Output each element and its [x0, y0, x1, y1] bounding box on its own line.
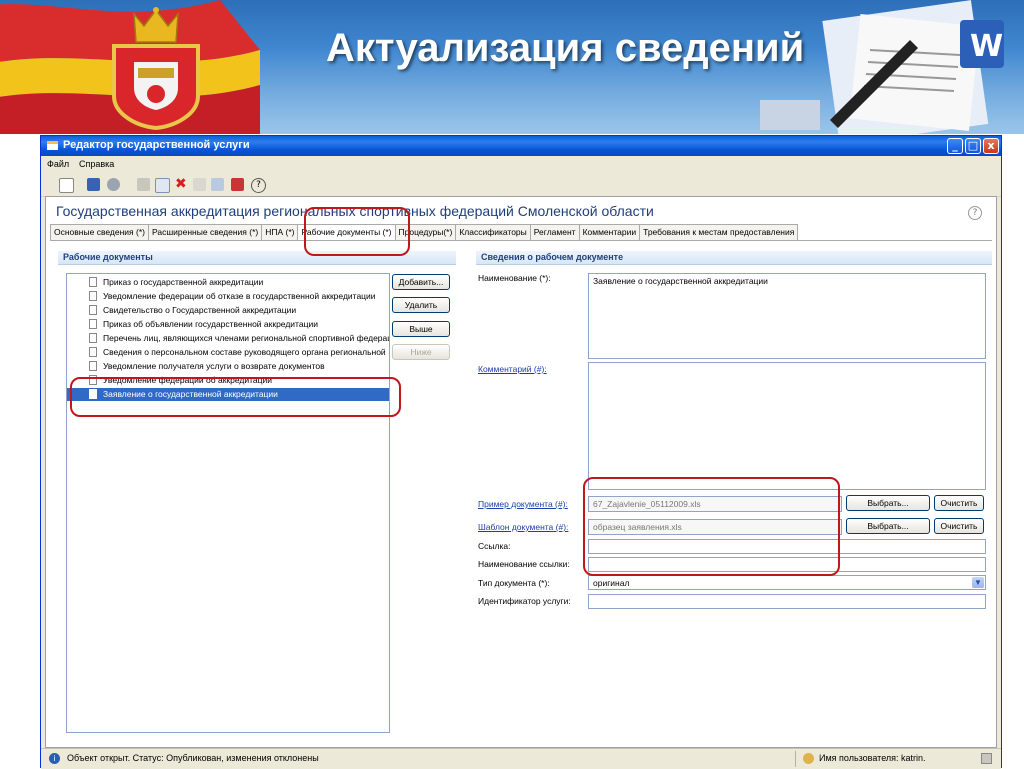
highlight-selected-document — [70, 377, 401, 417]
header-help-icon[interactable]: ? — [968, 206, 982, 220]
status-divider — [795, 751, 796, 767]
slide-banner: Актуализация сведений W — [0, 0, 1024, 134]
chevron-down-icon[interactable]: ▼ — [972, 577, 984, 588]
menu-help[interactable]: Справка — [79, 159, 114, 169]
status-text: Объект открыт. Статус: Опубликован, изме… — [67, 753, 319, 763]
info-icon: i — [49, 753, 60, 764]
highlight-document-files — [583, 477, 840, 576]
document-icon — [89, 347, 97, 357]
service-id-field[interactable] — [588, 594, 986, 609]
resize-grip-icon[interactable] — [981, 753, 992, 764]
name-label: Наименование (*): — [478, 273, 551, 283]
doc-type-label: Тип документа (*): — [478, 578, 550, 588]
comment-field[interactable] — [588, 362, 986, 490]
tab-extended-info[interactable]: Расширенные сведения (*) — [147, 224, 263, 241]
document-icon — [89, 361, 97, 371]
preview-icon[interactable] — [155, 178, 170, 193]
comment-label[interactable]: Комментарий (#): — [478, 364, 547, 374]
name-field[interactable]: Заявление о государственной аккредитации — [588, 273, 986, 359]
list-item[interactable]: Перечень лиц, являющихся членами региона… — [67, 332, 389, 345]
move-down-button[interactable]: Ниже — [392, 344, 450, 360]
publish-icon[interactable] — [231, 178, 244, 191]
tab-classifiers[interactable]: Классификаторы — [455, 224, 531, 241]
export-icon[interactable] — [211, 178, 224, 191]
menu-bar: Файл Справка — [41, 156, 1001, 174]
close-button[interactable]: x — [983, 138, 999, 154]
document-icon — [89, 319, 97, 329]
document-details-section-title: Сведения о рабочем документе — [476, 251, 992, 265]
svg-text:W: W — [970, 29, 1003, 64]
highlight-work-documents-tab — [304, 207, 410, 256]
tab-npa[interactable]: НПА (*) — [261, 224, 299, 241]
user-icon — [803, 753, 814, 764]
document-illustration: W — [760, 0, 1004, 134]
template-document-label[interactable]: Шаблон документа (#): — [478, 522, 568, 532]
window-title: Редактор государственной услуги — [63, 139, 250, 151]
link-label: Ссылка: — [478, 541, 511, 551]
tab-regulation[interactable]: Регламент — [529, 224, 580, 241]
tab-location-requirements[interactable]: Требования к местам предоставления — [639, 224, 799, 241]
list-item[interactable]: Сведения о персональном составе руководя… — [67, 346, 389, 359]
add-button[interactable]: Добавить... — [392, 274, 450, 290]
document-icon — [89, 277, 97, 287]
document-icon — [89, 333, 97, 343]
save-icon[interactable] — [87, 178, 100, 191]
move-up-button[interactable]: Выше — [392, 321, 450, 337]
document-icon — [89, 291, 97, 301]
new-document-icon[interactable] — [59, 178, 74, 193]
status-bar: i Объект открыт. Статус: Опубликован, из… — [41, 748, 1001, 769]
slide-title: Актуализация сведений — [326, 26, 805, 70]
service-editor-window: Редактор государственной услуги _ □ x Фа… — [40, 135, 1002, 769]
clear-template-button[interactable]: Очистить — [934, 518, 984, 534]
print-icon[interactable] — [137, 178, 150, 191]
delete-icon[interactable]: ✖ — [175, 177, 188, 191]
doc-type-value: оригинал — [593, 578, 630, 588]
window-app-icon — [47, 141, 58, 150]
tab-comments[interactable]: Комментарии — [578, 224, 641, 241]
list-item[interactable]: Приказ об объявлении государственной акк… — [67, 318, 389, 331]
help-icon[interactable]: ? — [251, 178, 266, 193]
clear-example-button[interactable]: Очистить — [934, 495, 984, 511]
status-user: Имя пользователя: katrin. — [819, 753, 926, 763]
tab-bar: Основные сведения (*) Расширенные сведен… — [50, 224, 799, 241]
settings-icon[interactable] — [107, 178, 120, 191]
list-item[interactable]: Уведомление федерации об отказе в госуда… — [67, 290, 389, 303]
list-item[interactable]: Приказ о государственной аккредитации — [67, 276, 389, 289]
coat-of-arms-icon — [112, 7, 200, 130]
link-name-label: Наименование ссылки: — [478, 559, 570, 569]
toolbar: ✖ ? — [41, 174, 1001, 197]
list-item[interactable]: Свидетельство о Государственной аккредит… — [67, 304, 389, 317]
maximize-button[interactable]: □ — [965, 138, 981, 154]
menu-file[interactable]: Файл — [47, 159, 69, 169]
tab-divider — [50, 240, 992, 241]
choose-example-button[interactable]: Выбрать... — [846, 495, 930, 511]
document-icon — [89, 305, 97, 315]
editor-content: Государственная аккредитация региональны… — [45, 196, 997, 748]
tab-main-info[interactable]: Основные сведения (*) — [50, 224, 149, 241]
example-document-label[interactable]: Пример документа (#): — [478, 499, 568, 509]
service-id-label: Идентификатор услуги: — [478, 596, 571, 606]
copy-icon[interactable] — [193, 178, 206, 191]
choose-template-button[interactable]: Выбрать... — [846, 518, 930, 534]
doc-type-select[interactable]: оригинал ▼ — [588, 575, 986, 590]
window-titlebar[interactable]: Редактор государственной услуги _ □ x — [41, 136, 1001, 156]
delete-button[interactable]: Удалить — [392, 297, 450, 313]
list-item[interactable]: Уведомление получателя услуги о возврате… — [67, 360, 389, 373]
documents-list[interactable]: Приказ о государственной аккредитации Ув… — [66, 273, 390, 733]
minimize-button[interactable]: _ — [947, 138, 963, 154]
